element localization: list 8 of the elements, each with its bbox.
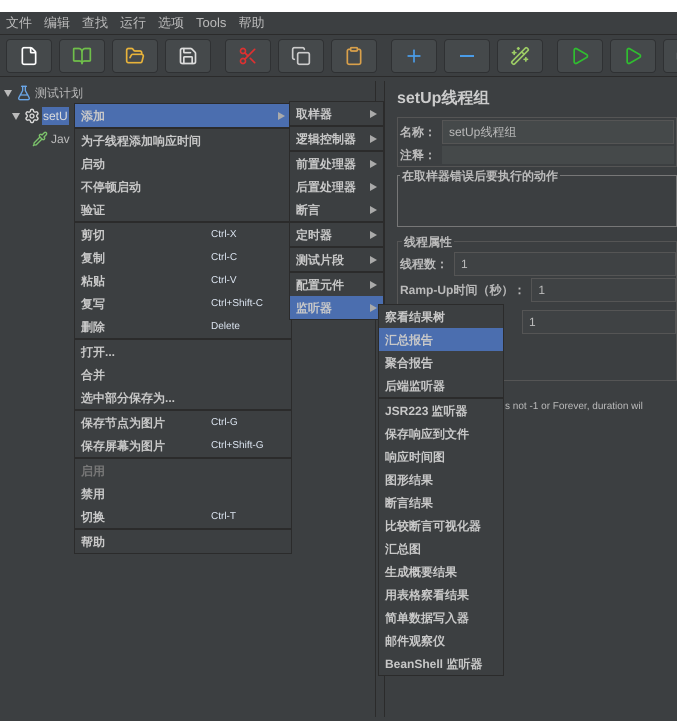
- field-label: Ramp-Up时间（秒）：: [400, 282, 526, 299]
- panel-title: setUp线程组: [397, 88, 490, 109]
- note-text: s not -1 or Forever, duration wil: [505, 401, 643, 412]
- field-label: 线程数：: [400, 256, 448, 273]
- field-label: 名称：: [400, 124, 436, 141]
- fieldset-title: 线程属性: [402, 233, 454, 251]
- field-label: 注释：: [400, 147, 436, 164]
- fieldset-title: 在取样器错误后要执行的动作: [400, 167, 560, 185]
